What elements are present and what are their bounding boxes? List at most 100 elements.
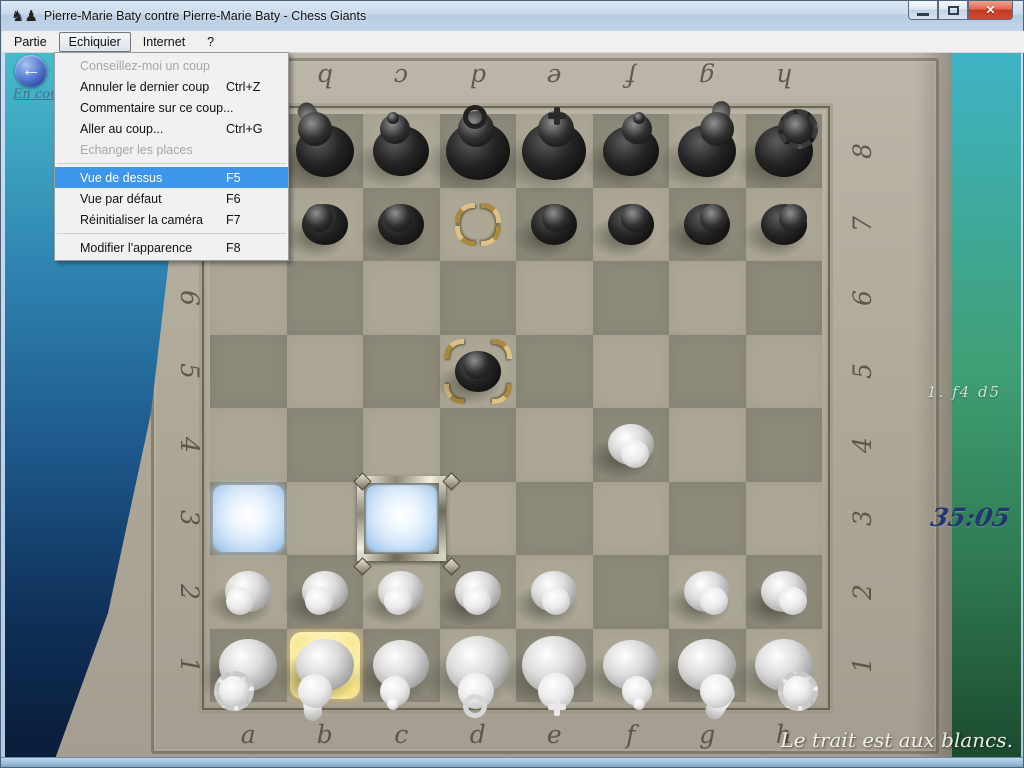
file-label-b-bottom: b xyxy=(305,718,345,752)
rank-label-6-left: 6 xyxy=(172,278,206,318)
file-label-g-top: g xyxy=(687,60,727,94)
piece-head xyxy=(778,671,818,711)
rank-label-6-right: 6 xyxy=(846,278,880,318)
rank-label-3-right: 3 xyxy=(846,498,880,538)
menu-item-annuler-le-dernier-coup[interactable]: Annuler le dernier coupCtrl+Z xyxy=(55,76,288,97)
file-label-h-top: h xyxy=(764,60,804,94)
piece-head xyxy=(778,109,818,149)
piece-head xyxy=(463,587,491,615)
rank-label-2-left: 2 xyxy=(172,572,206,612)
menu-item-shortcut: F8 xyxy=(226,241,278,255)
close-icon: ✕ xyxy=(985,3,995,17)
window-title: Pierre-Marie Baty contre Pierre-Marie Ba… xyxy=(44,9,366,23)
back-button[interactable]: ← xyxy=(15,55,47,87)
piece-head xyxy=(779,204,807,232)
menu-item-echanger-les-places[interactable]: Echanger les places xyxy=(55,139,288,160)
menu-item-label: Vue par défaut xyxy=(80,192,226,206)
menu-item-vue-par-défaut[interactable]: Vue par défautF6 xyxy=(55,188,288,209)
app-window: ♞♟ Pierre-Marie Baty contre Pierre-Marie… xyxy=(0,0,1024,768)
menubar-item-internet[interactable]: Internet xyxy=(133,32,195,52)
piece-head xyxy=(621,440,649,468)
rank-label-5-right: 5 xyxy=(846,351,880,391)
menu-item-label: Annuler le dernier coup xyxy=(80,80,226,94)
caption-buttons: ✕ xyxy=(908,1,1013,20)
echiquier-menu: Conseillez-moi un coup Annuler le dernier… xyxy=(54,52,289,261)
clock: 35:05 xyxy=(928,503,1012,532)
file-label-c-top: c xyxy=(381,60,421,94)
close-button[interactable]: ✕ xyxy=(968,1,1013,20)
menu-item-aller-au-coup-[interactable]: Aller au coup...Ctrl+G xyxy=(55,118,288,139)
piece-head xyxy=(779,587,807,615)
menu-item-modifier-l-apparence[interactable]: Modifier l'apparenceF8 xyxy=(55,237,288,258)
file-label-d-bottom: d xyxy=(458,718,498,752)
menu-item-commentaire-sur-ce-coup-[interactable]: Commentaire sur ce coup... xyxy=(55,97,288,118)
back-arrow-icon: ← xyxy=(21,59,41,81)
king-cross xyxy=(554,698,560,716)
menu-item-conseillez-moi-un-coup[interactable]: Conseillez-moi un coup xyxy=(55,55,288,76)
minimize-button[interactable] xyxy=(908,1,938,20)
rank-label-2-right: 2 xyxy=(846,572,880,612)
rank-label-4-left: 4 xyxy=(172,425,206,465)
maximize-button[interactable] xyxy=(938,1,968,20)
menubar-item-?[interactable]: ? xyxy=(197,32,224,52)
piece-head xyxy=(226,587,254,615)
rank-label-5-left: 5 xyxy=(172,351,206,391)
piece-head xyxy=(700,204,728,232)
file-label-b-top: b xyxy=(305,60,345,94)
piece-head xyxy=(298,674,332,708)
menu-item-shortcut: F7 xyxy=(226,213,278,227)
file-label-a-bottom: a xyxy=(228,718,268,752)
rank-label-7-right: 7 xyxy=(846,204,880,244)
window-bottom-border xyxy=(1,757,1023,767)
ornate-frame-c3 xyxy=(357,476,446,562)
menu-item-label: Modifier l'apparence xyxy=(80,241,226,255)
menu-item-label: Echanger les places xyxy=(80,143,226,157)
piece-head xyxy=(463,351,491,379)
rank-label-4-right: 4 xyxy=(846,425,880,465)
rank-label-8-right: 8 xyxy=(846,131,880,171)
piece-head xyxy=(542,587,570,615)
menu-item-label: Vue de dessus xyxy=(80,171,226,185)
bishop-tip xyxy=(633,112,645,124)
menu-item-vue-de-dessus[interactable]: Vue de dessusF5 xyxy=(55,167,288,188)
piece-head xyxy=(700,112,734,146)
app-icon[interactable]: ♞♟ xyxy=(11,9,38,24)
piece-head xyxy=(621,204,649,232)
piece-head xyxy=(384,204,412,232)
piece-head xyxy=(298,112,332,146)
menu-item-label: Réinitialiser la caméra xyxy=(80,213,226,227)
move-list: 1. f4 d5 xyxy=(927,383,1001,401)
piece-head xyxy=(305,587,333,615)
file-label-f-bottom: f xyxy=(611,718,651,752)
menu-item-réinitialiser-la-caméra[interactable]: Réinitialiser la caméraF7 xyxy=(55,209,288,230)
piece-head xyxy=(700,587,728,615)
menu-item-label: Commentaire sur ce coup... xyxy=(80,101,234,115)
file-label-d-top: d xyxy=(458,60,498,94)
file-label-c-bottom: c xyxy=(381,718,421,752)
piece-head xyxy=(384,587,412,615)
move-target-highlight-a3 xyxy=(213,485,284,553)
menu-item-shortcut: F6 xyxy=(226,192,278,206)
queen-coronet xyxy=(463,694,487,718)
menubar: PartieEchiquierInternet? xyxy=(2,31,1024,53)
rank-label-1-right: 1 xyxy=(846,645,880,685)
bishop-tip xyxy=(387,698,399,710)
menu-item-shortcut: F5 xyxy=(226,171,278,185)
menubar-item-partie[interactable]: Partie xyxy=(4,32,57,52)
menu-separator xyxy=(57,163,286,164)
status-label: En cou xyxy=(13,87,58,102)
piece-head xyxy=(542,204,570,232)
rank-label-3-left: 3 xyxy=(172,498,206,538)
maximize-icon xyxy=(948,6,959,15)
file-label-f-top: f xyxy=(611,60,651,94)
titlebar[interactable]: ♞♟ Pierre-Marie Baty contre Pierre-Marie… xyxy=(1,1,1023,31)
turn-message: Le trait est aux blancs. xyxy=(780,728,1013,752)
menubar-item-echiquier[interactable]: Echiquier xyxy=(59,32,131,52)
piece-head xyxy=(305,204,333,232)
menu-item-shortcut: Ctrl+G xyxy=(226,122,278,136)
menu-separator xyxy=(57,233,286,234)
file-label-e-top: e xyxy=(534,60,574,94)
menu-item-label: Aller au coup... xyxy=(80,122,226,136)
menu-item-label: Conseillez-moi un coup xyxy=(80,59,226,73)
minimize-icon xyxy=(917,13,929,16)
